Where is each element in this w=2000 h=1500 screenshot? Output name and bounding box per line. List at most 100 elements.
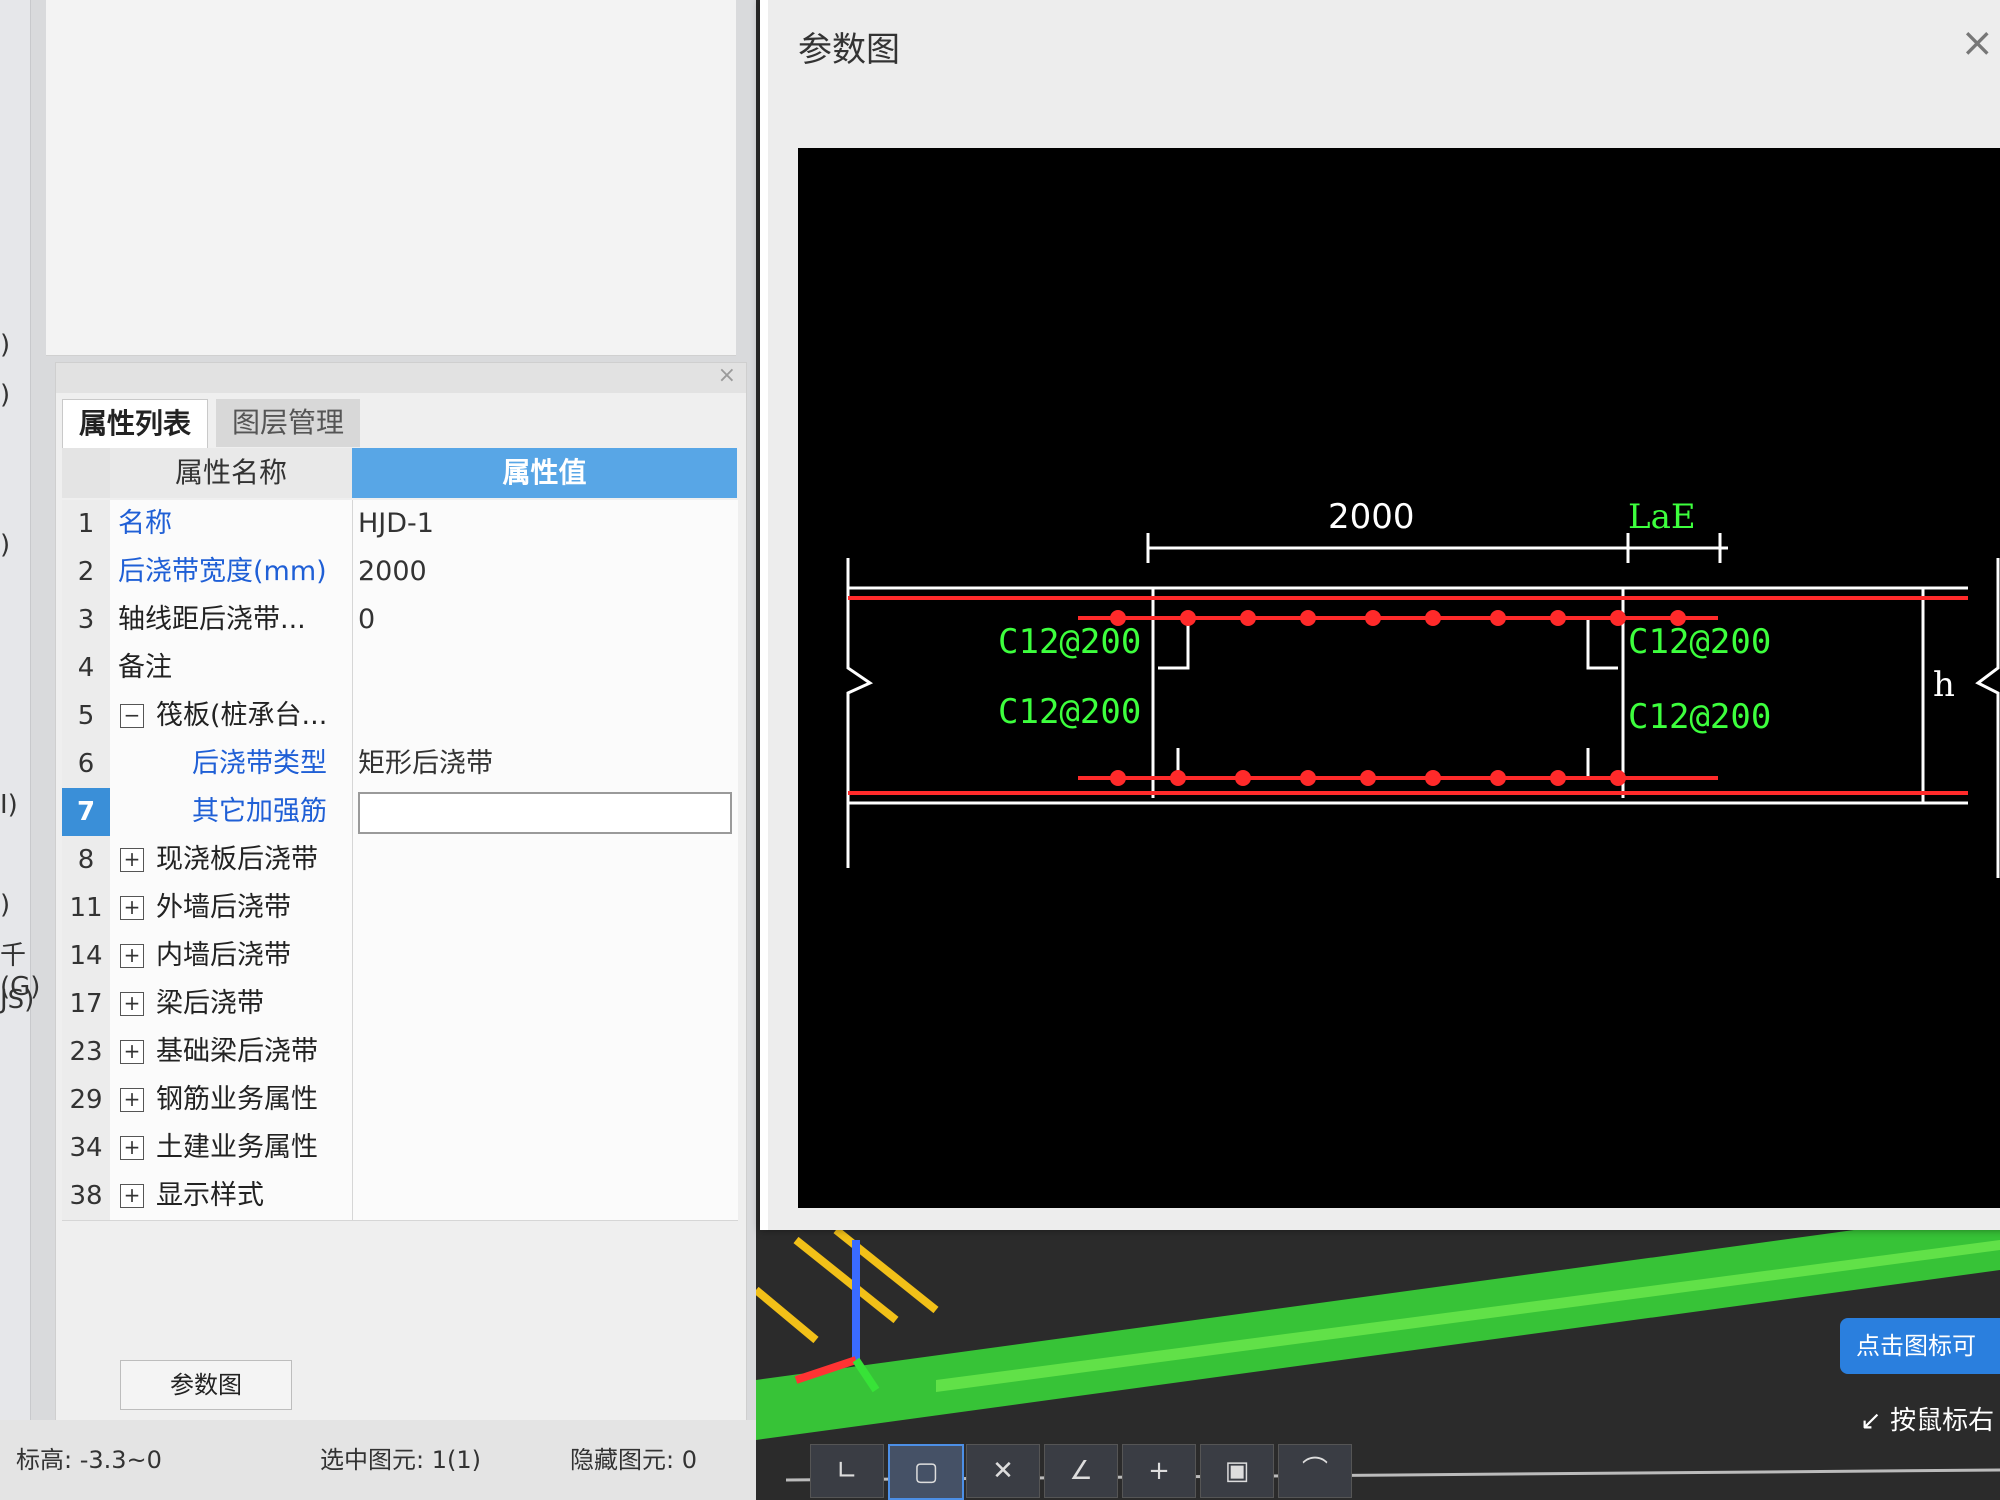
property-name: 轴线距后浇带... xyxy=(118,604,306,635)
row-number: 8 xyxy=(62,836,110,884)
rebar-dot xyxy=(1240,610,1256,626)
property-name: 后浇带宽度(mm) xyxy=(118,556,327,587)
row-number: 34 xyxy=(62,1124,110,1172)
sidebar-label: ) xyxy=(0,890,11,920)
dialog-title: 参数图 xyxy=(798,30,900,70)
property-group-name: 内墙后浇带 xyxy=(156,940,291,971)
sidebar-label: ) xyxy=(0,330,11,360)
expand-toggle-icon[interactable]: + xyxy=(120,1088,144,1112)
property-group-name: 筏板(桩承台... xyxy=(156,700,328,731)
table-row[interactable]: 14 + 内墙后浇带 xyxy=(62,932,738,981)
arrow-icon: ↙ xyxy=(1860,1406,1891,1436)
row-number: 3 xyxy=(62,596,110,644)
expand-toggle-icon[interactable]: + xyxy=(120,896,144,920)
rebar-hook xyxy=(1586,618,1618,670)
rebar-label-top-left: C12@200 xyxy=(998,622,1141,662)
expand-toggle-icon[interactable]: + xyxy=(120,1184,144,1208)
property-value[interactable]: 0 xyxy=(358,596,375,644)
row-number: 23 xyxy=(62,1028,110,1076)
row-number: 29 xyxy=(62,1076,110,1124)
rebar-label-bottom-right: C12@200 xyxy=(1628,697,1771,737)
click-icon-tip-badge[interactable]: 点击图标可 xyxy=(1840,1318,2000,1374)
table-row[interactable]: 6 后浇带类型 矩形后浇带 xyxy=(62,740,738,789)
panel-close-icon[interactable]: × xyxy=(718,363,736,388)
rebar-label-bottom-left: C12@200 xyxy=(998,692,1141,732)
property-name: 后浇带类型 xyxy=(192,748,327,779)
table-row[interactable]: 4 备注 xyxy=(62,644,738,693)
rect-icon[interactable]: ▢ xyxy=(888,1444,964,1500)
table-row[interactable]: 11 + 外墙后浇带 xyxy=(62,884,738,933)
diagram-canvas: 2000 LaE C12@200 C12@200 C12@200 C12@200… xyxy=(798,148,2000,1208)
property-value-input[interactable] xyxy=(358,792,732,834)
property-group-name: 显示样式 xyxy=(156,1180,264,1211)
row-number: 14 xyxy=(62,932,110,980)
expand-toggle-icon[interactable]: + xyxy=(120,992,144,1016)
corner-icon[interactable]: ∟ xyxy=(810,1444,884,1498)
table-row[interactable]: 38 + 显示样式 xyxy=(62,1172,738,1221)
dimension-width-label: 2000 xyxy=(1328,497,1415,537)
row-number: 11 xyxy=(62,884,110,932)
table-row[interactable]: 34 + 土建业务属性 xyxy=(62,1124,738,1173)
table-row[interactable]: 1 名称 HJD-1 xyxy=(62,500,738,549)
rebar-hook xyxy=(1158,618,1190,670)
rebar-dot xyxy=(1610,770,1626,786)
table-row[interactable]: 8 + 现浇板后浇带 xyxy=(62,836,738,885)
row-number: 4 xyxy=(62,644,110,692)
table-row[interactable]: 17 + 梁后浇带 xyxy=(62,980,738,1029)
property-group-name: 土建业务属性 xyxy=(156,1132,318,1163)
row-number: 2 xyxy=(62,548,110,596)
tab-property-list[interactable]: 属性列表 xyxy=(62,399,209,448)
property-value[interactable]: HJD-1 xyxy=(358,500,434,548)
table-row[interactable]: 3 轴线距后浇带... 0 xyxy=(62,596,738,645)
expand-toggle-icon[interactable]: + xyxy=(120,1040,144,1064)
expand-toggle-icon[interactable]: + xyxy=(120,848,144,872)
expand-toggle-icon[interactable]: + xyxy=(120,944,144,968)
rebar-dot xyxy=(1550,610,1566,626)
angle-icon[interactable]: ∠ xyxy=(1044,1444,1118,1498)
status-selected-count: 选中图元: 1(1) xyxy=(320,1446,481,1474)
parameter-diagram-button[interactable]: 参数图 xyxy=(120,1360,292,1410)
header-number-cell xyxy=(62,448,110,498)
collapse-toggle-icon[interactable]: − xyxy=(120,704,144,728)
table-row[interactable]: 23 + 基础梁后浇带 xyxy=(62,1028,738,1077)
rebar-dot xyxy=(1490,770,1506,786)
row-number: 38 xyxy=(62,1172,110,1220)
post-pour-strip-drawing: 2000 LaE C12@200 C12@200 C12@200 C12@200… xyxy=(846,497,2000,878)
close-icon[interactable]: × xyxy=(1960,20,1994,66)
table-row-selected[interactable]: 7 其它加强筋 xyxy=(62,788,738,837)
rebar-dot xyxy=(1300,770,1316,786)
rebar-dot xyxy=(1110,770,1126,786)
upper-empty-pane xyxy=(46,0,736,356)
property-group-name: 外墙后浇带 xyxy=(156,892,291,923)
x-icon[interactable]: ✕ xyxy=(966,1444,1040,1498)
status-hidden-count: 隐藏图元: 0 xyxy=(570,1446,697,1474)
table-row[interactable]: 5 − 筏板(桩承台... xyxy=(62,692,738,741)
property-group-name: 梁后浇带 xyxy=(156,988,264,1019)
row-number: 6 xyxy=(62,740,110,788)
property-value[interactable]: 矩形后浇带 xyxy=(358,740,493,788)
property-group-name: 钢筋业务属性 xyxy=(156,1084,318,1115)
rebar-dot xyxy=(1425,770,1441,786)
height-label: h xyxy=(1933,665,1955,705)
mouse-hint-text: ↙ 按鼠标右 xyxy=(1860,1406,1995,1436)
dimension-lae-label: LaE xyxy=(1628,497,1696,537)
panel-header xyxy=(56,363,746,393)
bottom-toolbar: ∟ ▢ ✕ ∠ + ▣ ⌒ xyxy=(810,1440,1360,1500)
expand-toggle-icon[interactable]: + xyxy=(120,1136,144,1160)
arc-icon[interactable]: ⌒ xyxy=(1278,1444,1352,1498)
monitor-icon[interactable]: ▣ xyxy=(1200,1444,1274,1498)
rebar-dot xyxy=(1180,610,1196,626)
rebar-label-top-right: C12@200 xyxy=(1628,622,1771,662)
tab-layer-management[interactable]: 图层管理 xyxy=(216,399,361,447)
property-value[interactable]: 2000 xyxy=(358,548,427,596)
header-property-value: 属性值 xyxy=(352,448,737,498)
property-name: 名称 xyxy=(118,508,172,539)
table-row[interactable]: 2 后浇带宽度(mm) 2000 xyxy=(62,548,738,597)
property-name: 备注 xyxy=(118,652,172,683)
status-bar: 标高: -3.3~0 选中图元: 1(1) 隐藏图元: 0 xyxy=(0,1420,760,1500)
break-line-right xyxy=(1975,558,2000,878)
plus-icon[interactable]: + xyxy=(1122,1444,1196,1498)
status-elevation: 标高: -3.3~0 xyxy=(16,1446,162,1474)
table-row[interactable]: 29 + 钢筋业务属性 xyxy=(62,1076,738,1125)
property-group-name: 基础梁后浇带 xyxy=(156,1036,318,1067)
